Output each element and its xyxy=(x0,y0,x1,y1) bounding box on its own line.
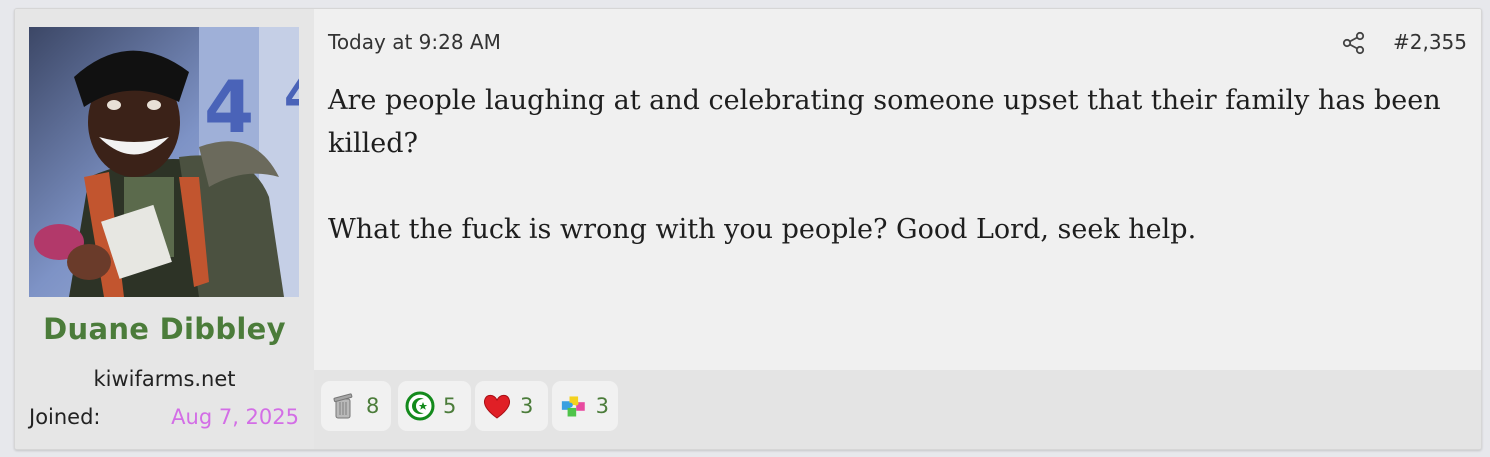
joined-date: Aug 7, 2025 xyxy=(171,405,299,429)
avatar-image: 4 4 xyxy=(29,27,299,297)
reaction-trash[interactable]: 8 xyxy=(321,381,391,431)
puzzle-pieces-icon xyxy=(561,396,585,417)
trash-can-icon xyxy=(333,393,353,419)
joined-label: Joined: xyxy=(29,405,101,429)
user-sidebar: 4 4 Duane Dibbley kiwifarms.net Joined: xyxy=(15,9,314,449)
reaction-count: 3 xyxy=(595,394,609,418)
green-star-badge-icon xyxy=(405,391,435,421)
heart-icon xyxy=(483,394,511,419)
post-body: Today at 9:28 AM #2,355 Are people laugh… xyxy=(314,9,1481,370)
reaction-count: 3 xyxy=(520,394,534,418)
user-title: kiwifarms.net xyxy=(93,367,236,391)
reaction-count: 5 xyxy=(443,394,457,418)
reaction-puzzle[interactable]: 3 xyxy=(552,381,618,431)
reaction-heart[interactable]: 3 xyxy=(475,381,548,431)
svg-text:4: 4 xyxy=(284,68,299,124)
share-icon[interactable] xyxy=(1341,30,1367,56)
username[interactable]: Duane Dibbley xyxy=(15,312,314,346)
svg-text:4: 4 xyxy=(204,65,254,149)
forum-post: 4 4 Duane Dibbley kiwifarms.net Joined: xyxy=(14,8,1482,450)
post-date[interactable]: Today at 9:28 AM xyxy=(328,30,501,54)
user-avatar[interactable]: 4 4 xyxy=(29,27,299,297)
reaction-count: 8 xyxy=(366,394,380,418)
reactions-bar: 8 5 3 3 xyxy=(314,370,1481,449)
reaction-star-badge[interactable]: 5 xyxy=(398,381,471,431)
message-paragraph: What the fuck is wrong with you people? … xyxy=(328,214,1197,245)
post-message: Are people laughing at and celebrating s… xyxy=(328,79,1461,294)
post-number-link[interactable]: #2,355 xyxy=(1393,30,1467,54)
message-paragraph: Are people laughing at and celebrating s… xyxy=(328,85,1441,159)
